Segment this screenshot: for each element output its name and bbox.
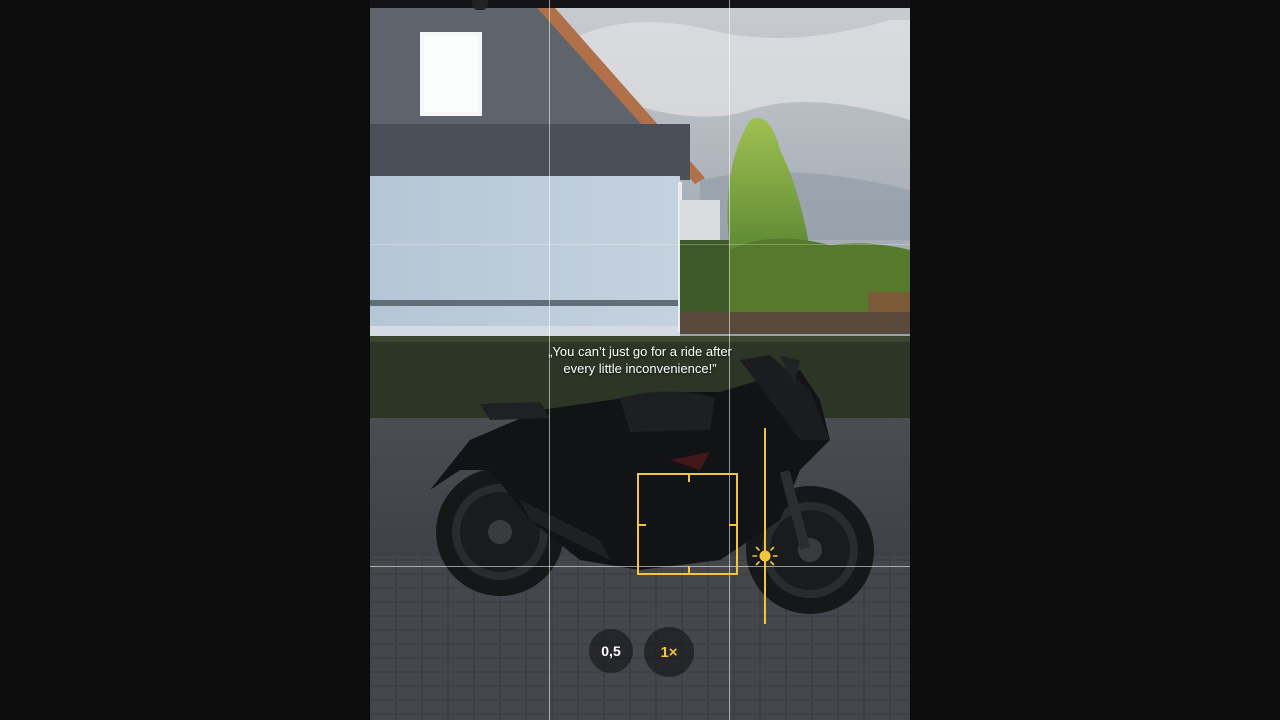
focus-tick-top xyxy=(688,475,690,482)
caption-line-1: „You can’t just go for a ride after xyxy=(548,344,732,359)
camera-viewfinder[interactable]: „You can’t just go for a ride after ever… xyxy=(370,0,910,720)
top-notch xyxy=(472,0,488,10)
focus-square-icon[interactable] xyxy=(637,473,738,575)
zoom-0-5-button[interactable]: 0,5 xyxy=(589,629,633,673)
caption-text: „You can’t just go for a ride after ever… xyxy=(490,343,790,377)
zoom-1x-button[interactable]: 1× xyxy=(644,627,694,677)
sun-icon[interactable] xyxy=(750,542,780,572)
focus-tick-right xyxy=(729,524,736,526)
grid-line-horizontal-top xyxy=(370,244,910,245)
focus-tick-left xyxy=(639,524,646,526)
focus-tick-bottom xyxy=(688,566,690,573)
status-bar-strip xyxy=(370,0,910,8)
caption-line-2: every little inconvenience!” xyxy=(563,361,717,376)
screen: „You can’t just go for a ride after ever… xyxy=(0,0,1280,720)
exposure-slider-track[interactable] xyxy=(764,428,766,624)
